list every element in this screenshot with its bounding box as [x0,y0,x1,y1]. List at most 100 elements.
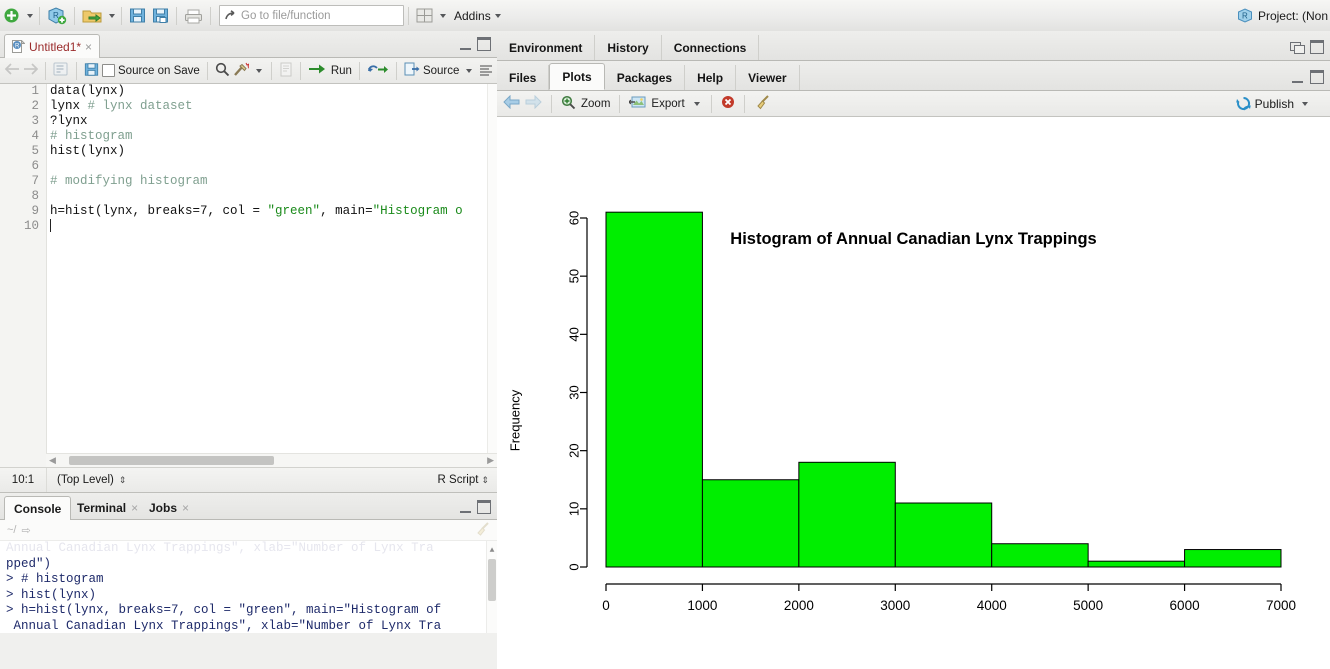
source-editor[interactable]: 1 2 3 4 5 6 7 8 9 10 data(lynx) lynx # ly… [0,84,497,468]
scroll-right-icon[interactable]: ▶ [484,455,497,466]
working-directory-label[interactable]: ~/ [7,524,16,536]
tab-console[interactable]: Console [4,496,72,520]
console-pathbar: ~/ ⇨ [0,520,497,541]
addins-button[interactable]: Addins [454,9,491,23]
editor-horizontal-scrollbar[interactable]: ◀ ▶ [46,453,497,467]
tab-connections-label: Connections [673,40,747,55]
tab-terminal[interactable]: Terminal × [68,496,147,519]
remove-plot-icon[interactable] [721,95,735,112]
save-all-button[interactable] [149,0,172,31]
code-tools-icon[interactable] [233,62,251,80]
addins-caret-icon[interactable] [494,13,501,18]
maximize-icon[interactable] [477,37,491,51]
left-column: R Untitled1* × Source on Save Run Source… [0,31,497,637]
scroll-up-icon[interactable]: ▲ [487,543,497,559]
save-icon[interactable] [84,62,99,80]
source-tab-untitled1[interactable]: R Untitled1* × [4,34,101,58]
new-file-button[interactable] [0,0,23,31]
x-tick-label: 6000 [1170,598,1200,613]
scroll-left-icon[interactable]: ◀ [46,455,59,466]
source-on-save-checkbox[interactable] [102,64,115,77]
new-project-button[interactable]: R [44,0,70,31]
re-run-icon[interactable] [367,63,389,79]
tab-connections[interactable]: Connections [662,35,760,60]
line-number: 4 [31,129,39,143]
scrollbar-thumb[interactable] [488,559,496,601]
console-line: Annual Canadian Lynx Trappings", xlab="N… [6,541,434,555]
source-outline-toggle[interactable] [479,64,493,77]
tab-jobs-label: Jobs [149,500,178,515]
source-caret-icon[interactable] [466,68,473,73]
zoom-icon[interactable] [561,95,576,113]
print-button[interactable] [181,0,206,31]
export-icon[interactable] [628,95,646,112]
clear-all-plots-icon[interactable] [754,94,770,113]
tab-console-label: Console [14,501,62,516]
tab-environment[interactable]: Environment [497,35,596,60]
x-tick-label: 1000 [687,598,717,613]
run-icon[interactable] [308,63,328,78]
export-label[interactable]: Export [651,98,684,110]
open-in-files-icon[interactable]: ⇨ [21,524,30,537]
maximize-icon[interactable] [477,500,491,514]
publish-button[interactable]: Publish [1235,96,1310,111]
save-button[interactable] [126,0,149,31]
find-icon[interactable] [215,62,230,80]
compile-notebook-icon[interactable] [279,62,293,80]
editor-code[interactable]: data(lynx) lynx # lynx dataset ?lynx # hist… [50,84,497,467]
scrollbar-thumb[interactable] [68,456,274,465]
open-folder-button[interactable] [79,0,105,31]
run-label[interactable]: Run [331,65,352,77]
pane-layout-caret-icon[interactable] [440,13,446,18]
tab-plots[interactable]: Plots [549,63,605,90]
source-icon[interactable] [404,62,420,79]
minimize-icon[interactable] [1292,72,1303,83]
histogram-bar [798,461,896,568]
close-icon[interactable]: × [182,501,189,515]
tab-viewer[interactable]: Viewer [736,65,800,90]
minimize-icon[interactable] [460,502,471,513]
close-icon[interactable]: × [85,41,92,53]
console-line: > hist(lynx) [6,587,97,602]
tab-packages-label: Packages [616,70,673,85]
export-caret-icon[interactable] [693,101,700,106]
svg-text:R: R [1242,12,1248,21]
project-menu[interactable]: R Project: (Non [1237,0,1330,31]
zoom-label[interactable]: Zoom [581,98,610,110]
tab-help[interactable]: Help [685,65,737,90]
tab-viewer-label: Viewer [748,70,787,85]
tab-files[interactable]: Files [497,65,550,90]
plots-toolbar: Zoom Export Publish [497,91,1330,117]
doc-type-selector[interactable]: R Script ⇕ [438,474,497,486]
tab-terminal-label: Terminal [77,500,127,515]
broom-icon[interactable] [475,521,490,539]
console-output[interactable]: Annual Canadian Lynx Trappings", xlab="N… [0,541,497,633]
console-vertical-scrollbar[interactable]: ▲ [486,541,497,633]
back-icon[interactable] [4,63,20,78]
scope-selector[interactable]: (Top Level) ⇕ [47,468,136,492]
minimize-icon[interactable] [460,39,471,50]
forward-icon[interactable] [23,63,39,78]
histogram-bar [701,479,800,568]
previous-plot-icon[interactable] [503,94,520,112]
show-document-outline-icon[interactable] [53,62,69,79]
maximize-icon[interactable] [1310,70,1324,84]
editor-vertical-scrollbar[interactable] [487,84,497,467]
next-plot-icon[interactable] [525,94,542,112]
pane-layout-button[interactable] [413,0,436,31]
publish-caret-icon[interactable] [1302,101,1308,106]
restore-icon[interactable] [1290,42,1305,54]
open-folder-caret-icon[interactable] [109,13,115,18]
line-number: 3 [31,114,39,128]
console-window-controls [460,500,491,514]
new-file-caret-icon[interactable] [27,13,33,18]
maximize-icon[interactable] [1310,40,1324,54]
tab-jobs[interactable]: Jobs × [140,496,198,519]
tab-history[interactable]: History [595,35,662,60]
code-tools-caret-icon[interactable] [255,68,262,73]
source-label[interactable]: Source [423,65,459,77]
close-icon[interactable]: × [131,501,138,515]
tab-packages[interactable]: Packages [605,65,686,90]
go-to-file-input[interactable]: Go to file/function [219,5,404,26]
divider [710,94,712,113]
